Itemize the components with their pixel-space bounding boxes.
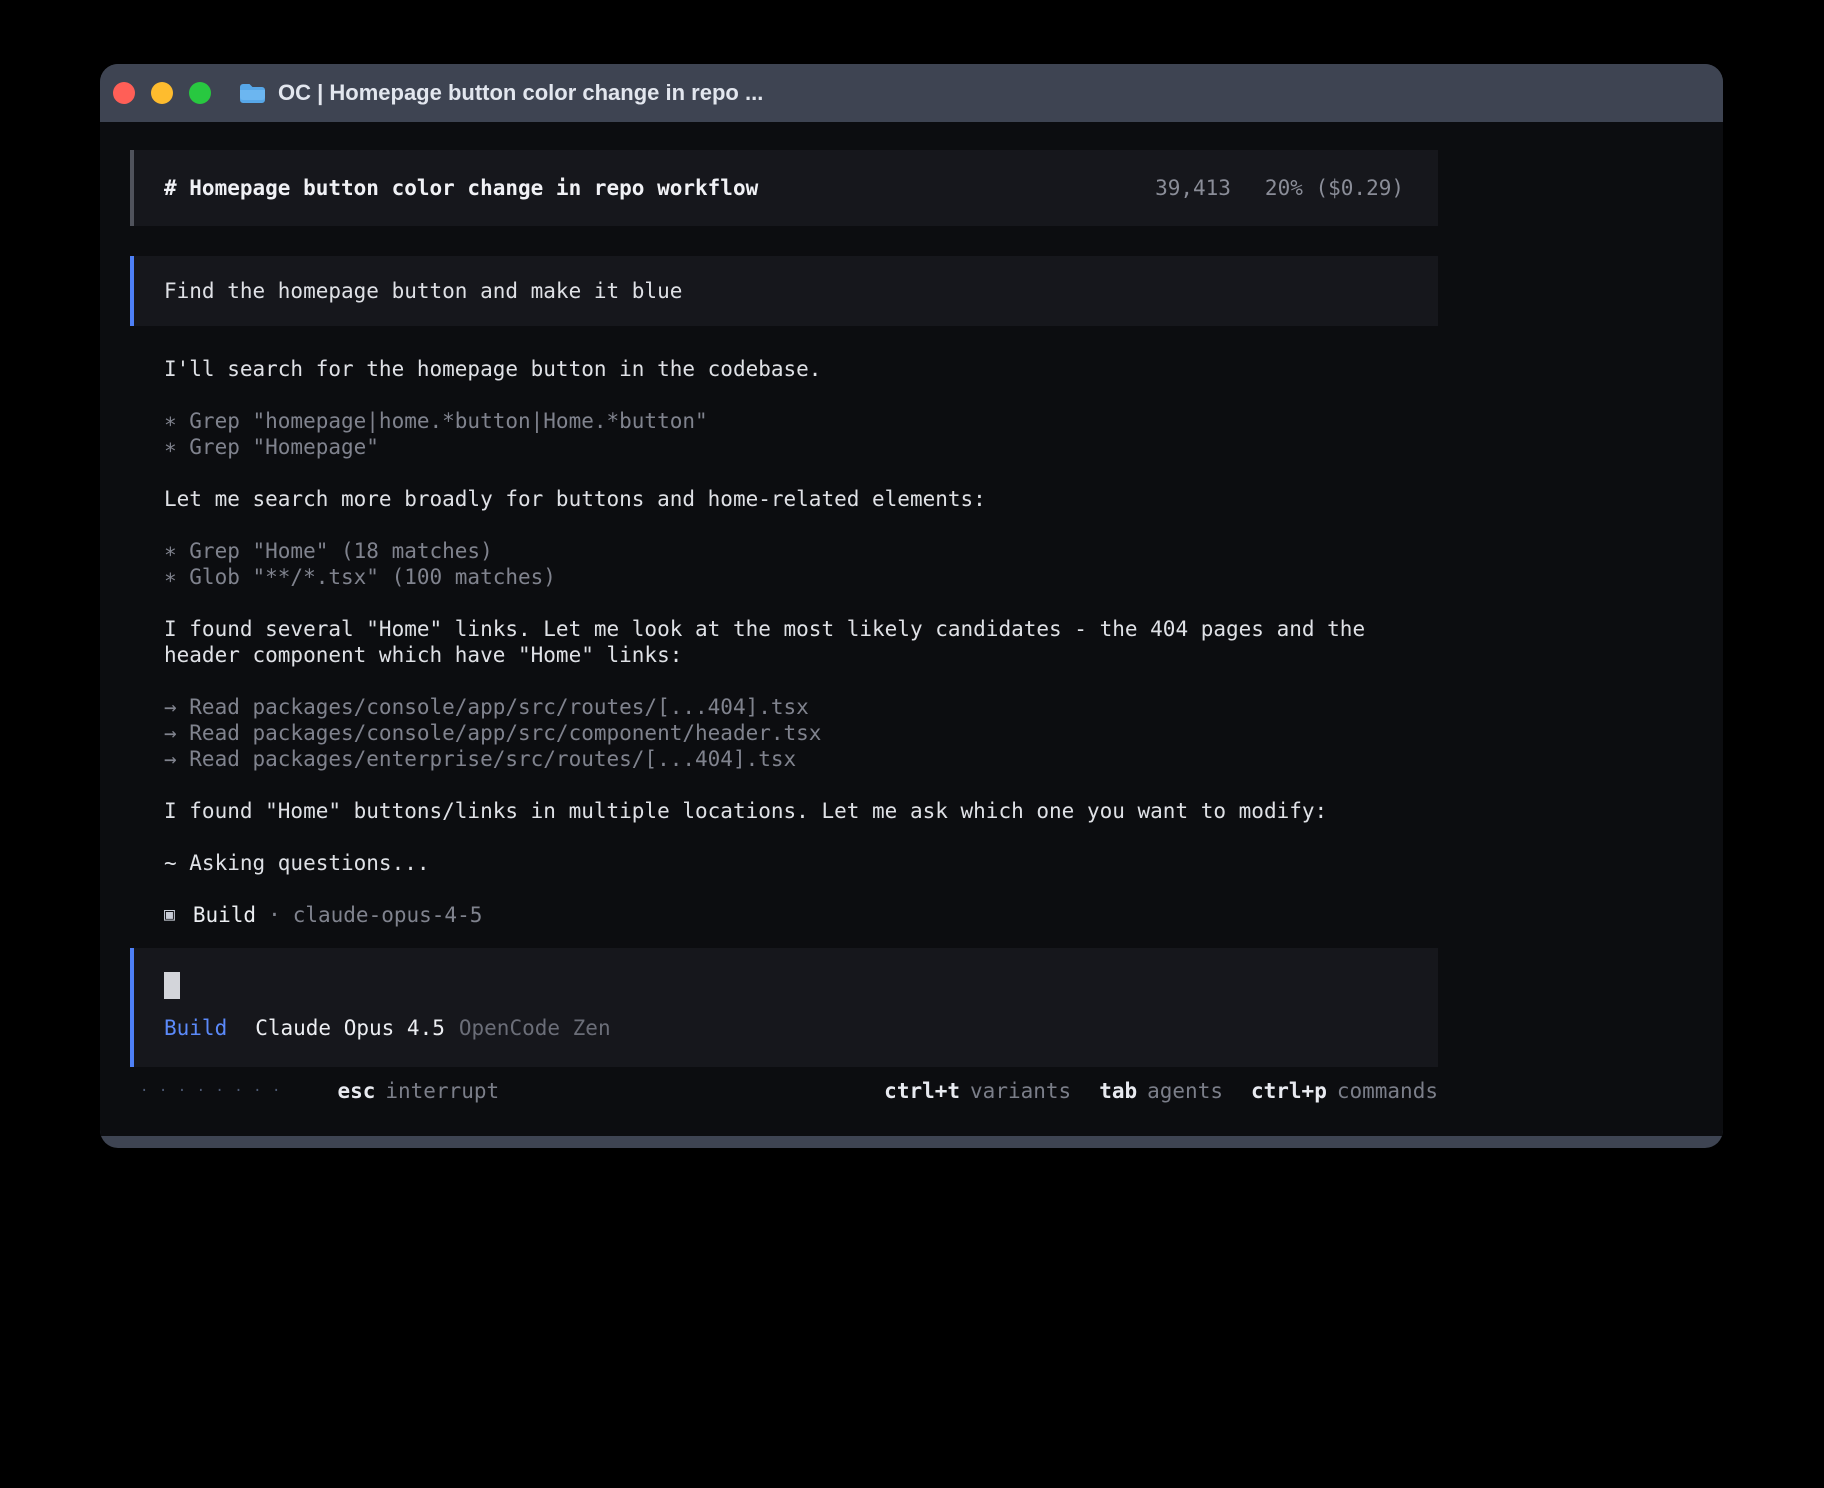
shortcut-label: agents [1147, 1078, 1223, 1104]
spinner-dots: · · · · · · · · [140, 1078, 281, 1104]
mode-badge[interactable]: Build [164, 1015, 227, 1041]
tool-call-grep: ∗ Grep "homepage|home.*button|Home.*butt… [164, 408, 1404, 434]
shortcut-key: ctrl+t [884, 1078, 960, 1104]
status-bar: · · · · · · · · esc interrupt ctrl+t var… [130, 1077, 1438, 1105]
assistant-text: Let me search more broadly for buttons a… [164, 486, 1404, 512]
shortcut-key: ctrl+p [1251, 1078, 1327, 1104]
terminal-window: OC | Homepage button color change in rep… [100, 64, 1723, 1148]
user-message-text: Find the homepage button and make it blu… [164, 278, 682, 304]
shortcut-variants: ctrl+t variants [884, 1078, 1071, 1104]
session-header: # Homepage button color change in repo w… [130, 150, 1438, 226]
tool-call-read: → Read packages/console/app/src/componen… [164, 720, 1404, 746]
folder-icon [239, 82, 266, 104]
maximize-button[interactable] [189, 82, 211, 104]
provider-name: OpenCode Zen [459, 1015, 611, 1041]
shortcut-key: esc [337, 1078, 375, 1104]
shortcut-interrupt: esc interrupt [337, 1078, 499, 1104]
assistant-text: I'll search for the homepage button in t… [164, 356, 1404, 382]
assistant-transcript: I'll search for the homepage button in t… [164, 356, 1404, 928]
agent-icon: ▣ [164, 902, 175, 928]
shortcut-label: commands [1337, 1078, 1438, 1104]
shortcut-agents: tab agents [1099, 1078, 1223, 1104]
shortcut-label: variants [970, 1078, 1071, 1104]
window-title: OC | Homepage button color change in rep… [278, 80, 763, 106]
titlebar[interactable]: OC | Homepage button color change in rep… [100, 64, 1723, 122]
text-cursor [164, 972, 180, 999]
tool-call-glob: ∗ Glob "**/*.tsx" (100 matches) [164, 564, 1404, 590]
token-count: 39,413 [1155, 175, 1231, 201]
status-asking-questions: ~ Asking questions... [164, 850, 1404, 876]
context-usage: 20% ($0.29) [1265, 175, 1404, 201]
shortcut-label: interrupt [385, 1078, 499, 1104]
tool-call-read: → Read packages/console/app/src/routes/[… [164, 694, 1404, 720]
prompt-input[interactable]: Build Claude Opus 4.5 OpenCode Zen [130, 948, 1438, 1067]
close-button[interactable] [113, 82, 135, 104]
model-name[interactable]: Claude Opus 4.5 [255, 1015, 445, 1041]
agent-separator: · [268, 902, 281, 928]
input-meta: Build Claude Opus 4.5 OpenCode Zen [164, 1015, 1408, 1041]
tool-call-grep: ∗ Grep "Home" (18 matches) [164, 538, 1404, 564]
assistant-text: I found "Home" buttons/links in multiple… [164, 798, 1404, 824]
shortcut-commands: ctrl+p commands [1251, 1078, 1438, 1104]
shortcut-key: tab [1099, 1078, 1137, 1104]
session-stats: 39,413 20% ($0.29) [1155, 175, 1404, 201]
agent-status-line: ▣ Build · claude-opus-4-5 [164, 902, 1404, 928]
minimize-button[interactable] [151, 82, 173, 104]
terminal-content: # Homepage button color change in repo w… [100, 122, 1723, 1136]
assistant-text: I found several "Home" links. Let me loo… [164, 616, 1404, 668]
tool-call-grep: ∗ Grep "Homepage" [164, 434, 1404, 460]
session-title: # Homepage button color change in repo w… [164, 175, 758, 201]
agent-name: Build [193, 902, 256, 928]
agent-model: claude-opus-4-5 [293, 902, 483, 928]
tool-call-read: → Read packages/enterprise/src/routes/[.… [164, 746, 1404, 772]
user-message: Find the homepage button and make it blu… [130, 256, 1438, 326]
